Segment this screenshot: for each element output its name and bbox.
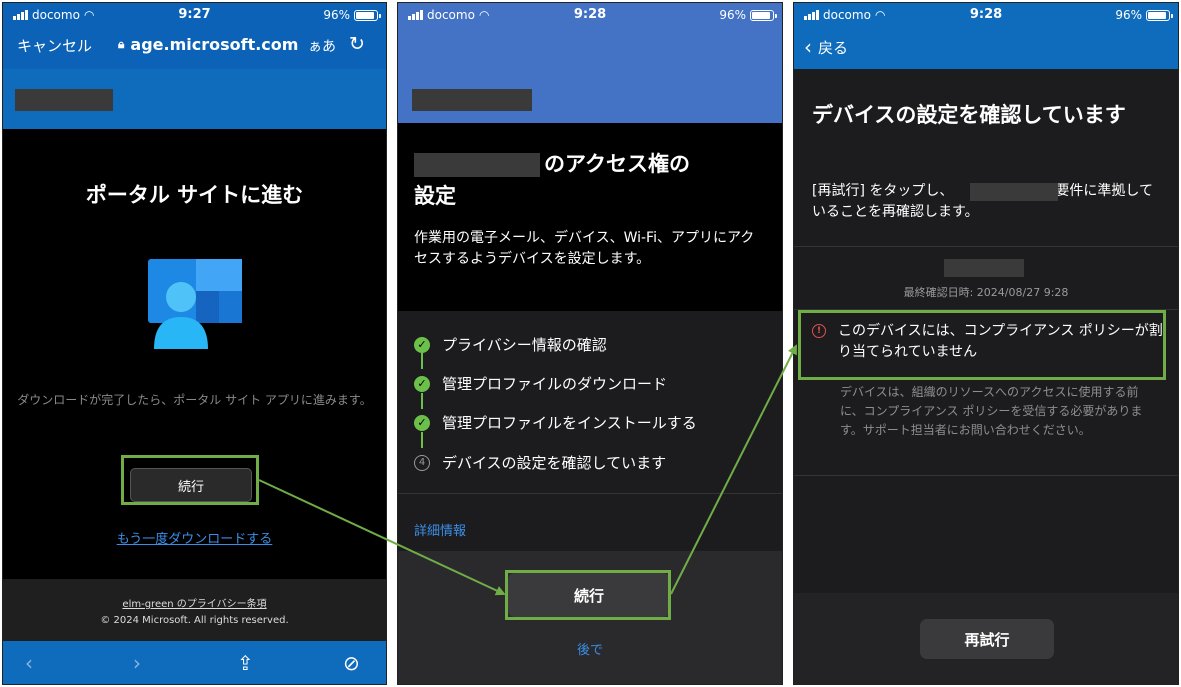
- heading-line2: 設定: [414, 184, 456, 208]
- page-title: デバイスの設定を確認しています: [812, 103, 1126, 127]
- forward-arrow-icon[interactable]: ›: [133, 651, 141, 675]
- battery-icon: [354, 9, 381, 21]
- action-area: [398, 551, 782, 684]
- reload-icon[interactable]: ↻: [349, 33, 365, 55]
- privacy-link[interactable]: elm-green のプライバシー条項: [3, 595, 386, 610]
- step-label: デバイスの設定を確認しています: [442, 454, 667, 472]
- battery-percent: 96%: [1115, 8, 1142, 22]
- back-button[interactable]: ‹ 戻る: [804, 35, 848, 59]
- divider: [794, 475, 1178, 476]
- list-item: 4 デバイスの設定を確認しています: [414, 452, 666, 473]
- step-label: プライバシー情報の確認: [442, 336, 607, 354]
- company-portal-icon: [148, 259, 242, 349]
- redownload-link[interactable]: もう一度ダウンロードする: [3, 528, 386, 547]
- step-number-icon: 4: [414, 454, 430, 471]
- back-arrow-icon[interactable]: ‹: [25, 651, 33, 675]
- panel-portal-site: docomo ◠ 9:27 96% キャンセル 🔒︎ age.microsoft.c…: [2, 2, 387, 685]
- retry-button[interactable]: 再試行: [920, 619, 1054, 659]
- step-list: ✓ プライバシー情報の確認 ✓ 管理プロファイルのダウンロード ✓ 管理プロファイルを…: [398, 311, 782, 493]
- alert-text: このデバイスには、コンプライアンス ポリシーが割り当てられていません: [838, 323, 1163, 360]
- share-icon[interactable]: ⇪: [237, 651, 254, 675]
- battery-percent: 96%: [719, 8, 746, 22]
- page-title: ポータル サイトに進む: [85, 183, 304, 207]
- chevron-left-icon: ‹: [804, 35, 812, 59]
- url-field[interactable]: 🔒︎ age.microsoft.com: [118, 35, 298, 54]
- portal-content: ポータル サイトに進む ダウンロードが完了したら、ポータル サイト アプリに進み…: [3, 129, 386, 579]
- copyright: © 2024 Microsoft. All rights reserved.: [100, 615, 289, 626]
- battery-percent: 96%: [323, 8, 350, 22]
- device-info: 最終確認日時: 2024/08/27 9:28: [794, 246, 1178, 310]
- panel-device-check: docomo ◠ 9:28 96% ‹ 戻る デバイスの設定を確認しています [再試…: [793, 2, 1179, 685]
- intro-prefix: [再試行] をタップし、: [812, 183, 954, 199]
- battery-icon: [1146, 9, 1173, 21]
- check-icon: ✓: [414, 414, 430, 431]
- status-bar: docomo ◠ 9:27 96%: [3, 3, 386, 29]
- redacted-org-name: [412, 89, 532, 111]
- alert-detail: デバイスは、組織のリソースへのアクセスに使用する前に、コンプライアンス ポリシー…: [840, 385, 1143, 437]
- redacted-org-name: [970, 183, 1058, 201]
- text-size-button[interactable]: ぁあ: [308, 36, 336, 56]
- battery-icon: [750, 9, 777, 21]
- compliance-alert: ! このデバイスには、コンプライアンス ポリシーが割り当てられていません: [806, 321, 1166, 363]
- lock-icon: 🔒︎: [118, 37, 125, 51]
- check-icon: ✓: [414, 375, 430, 392]
- url-text: age.microsoft.com: [130, 35, 299, 54]
- compass-icon[interactable]: ⊘: [343, 651, 360, 675]
- status-bar: docomo ◠ 9:28 96%: [794, 3, 1178, 29]
- more-info-link[interactable]: 詳細情報: [414, 520, 466, 539]
- status-bar: docomo ◠ 9:28 96%: [398, 3, 782, 29]
- continue-button[interactable]: 続行: [130, 468, 252, 502]
- later-link[interactable]: 後で: [398, 639, 782, 658]
- panel-access-setup: docomo ◠ 9:28 96% のアクセス権の設定 作業用の電子メール、デバイ…: [397, 2, 783, 685]
- list-item: ✓ 管理プロファイルをインストールする: [414, 412, 697, 433]
- step-connector: [421, 432, 423, 448]
- back-label: 戻る: [818, 38, 849, 57]
- warning-icon: !: [812, 324, 826, 338]
- browser-toolbar: ‹ › ⇪ ⊘: [3, 641, 386, 684]
- continue-button[interactable]: 続行: [508, 573, 670, 617]
- step-label: 管理プロファイルをインストールする: [442, 414, 697, 432]
- check-icon: ✓: [414, 336, 430, 353]
- redacted-device-name: [944, 259, 1024, 277]
- footer: elm-green のプライバシー条項 © 2024 Microsoft. Al…: [3, 579, 386, 641]
- step-connector: [421, 393, 423, 409]
- download-description: ダウンロードが完了したら、ポータル サイト アプリに進みます。: [17, 393, 372, 407]
- list-item: ✓ 管理プロファイルのダウンロード: [414, 373, 667, 394]
- heading-suffix: のアクセス権の: [544, 152, 690, 176]
- step-connector: [421, 353, 423, 369]
- step-label: 管理プロファイルのダウンロード: [442, 375, 668, 393]
- redacted-org-name: [15, 89, 113, 111]
- last-checked: 最終確認日時: 2024/08/27 9:28: [903, 286, 1069, 299]
- more-info-section: 詳細情報: [398, 493, 782, 551]
- setup-description: 作業用の電子メール、デバイス、Wi-Fi、アプリにアクセスするようデバイスを設定…: [414, 230, 755, 267]
- cancel-button[interactable]: キャンセル: [17, 35, 92, 56]
- list-item: ✓ プライバシー情報の確認: [414, 334, 607, 355]
- page-title: のアクセス権の設定: [414, 148, 766, 212]
